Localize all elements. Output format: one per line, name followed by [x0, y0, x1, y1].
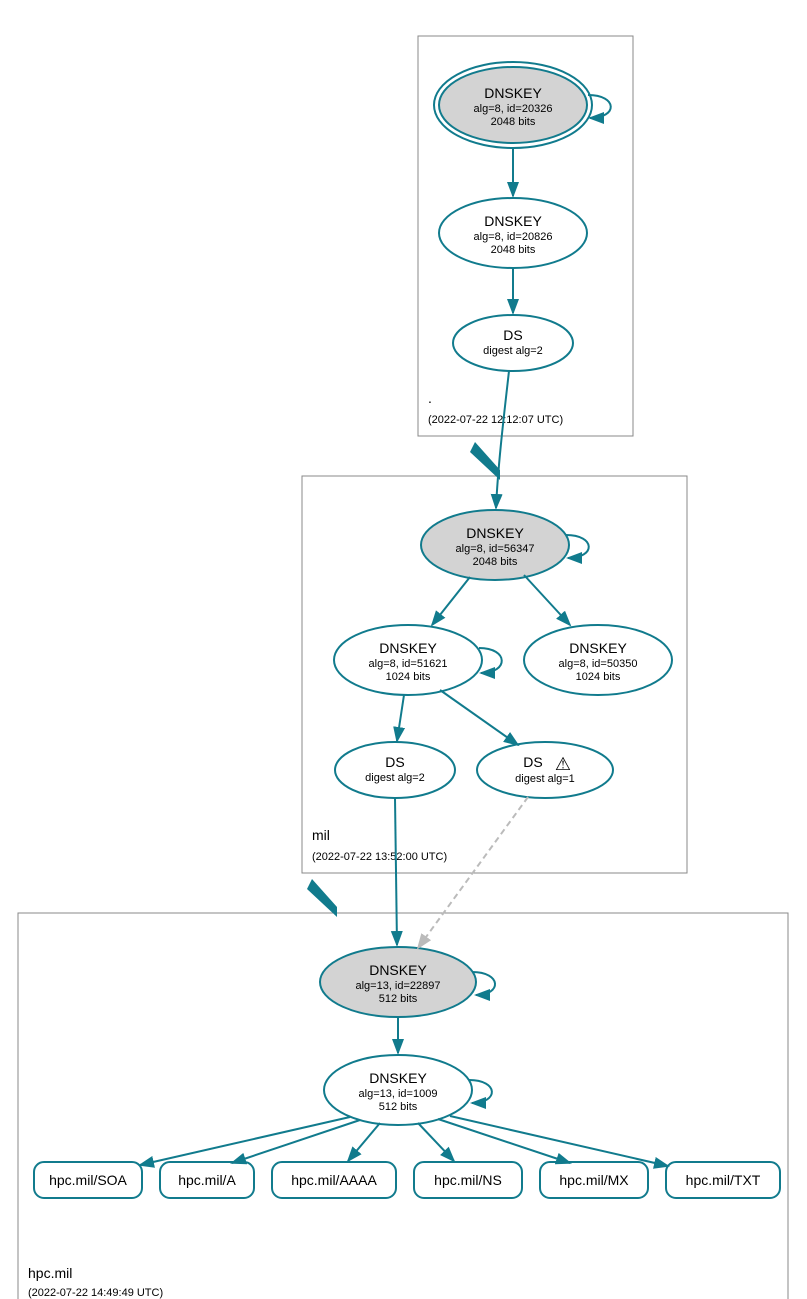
- node-mil-ds1: DS ⚠ digest alg=1: [477, 742, 613, 798]
- node-mil-ds2: DS digest alg=2: [335, 742, 455, 798]
- node-hpc-zsk-title: DNSKEY: [369, 1070, 427, 1086]
- node-mil-ksk-bits: 2048 bits: [473, 556, 518, 568]
- edge-zsk-ns: [418, 1123, 454, 1161]
- zone-mil-label: mil: [312, 827, 330, 843]
- zone-root-time: (2022-07-22 12:12:07 UTC): [428, 414, 563, 426]
- zone-root-label: .: [428, 390, 432, 406]
- zone-hpc-time: (2022-07-22 14:49:49 UTC): [28, 1287, 163, 1299]
- node-hpc-ksk-title: DNSKEY: [369, 962, 427, 978]
- node-hpc-zsk: DNSKEY alg=13, id=1009 512 bits: [324, 1055, 472, 1125]
- node-root-zsk-title: DNSKEY: [484, 213, 542, 229]
- rrset-mx-label: hpc.mil/MX: [559, 1172, 629, 1188]
- node-hpc-ksk-bits: 512 bits: [379, 993, 418, 1005]
- rrset-ns: hpc.mil/NS: [414, 1162, 522, 1198]
- node-mil-zsk2-bits: 1024 bits: [576, 671, 621, 683]
- zone-arrow-mil-hpc: [307, 879, 337, 917]
- zone-arrow-root-mil: [470, 442, 500, 480]
- node-mil-zsk1: DNSKEY alg=8, id=51621 1024 bits: [334, 625, 482, 695]
- rrset-mx: hpc.mil/MX: [540, 1162, 648, 1198]
- node-root-ds: DS digest alg=2: [453, 315, 573, 371]
- node-root-zsk-bits: 2048 bits: [491, 244, 536, 256]
- node-mil-ksk: DNSKEY alg=8, id=56347 2048 bits: [421, 510, 569, 580]
- zone-hpc-label: hpc.mil: [28, 1265, 72, 1281]
- edge-zsk-mx: [438, 1119, 570, 1163]
- edge-zsk-a: [232, 1120, 360, 1163]
- warning-icon: ⚠: [555, 754, 571, 774]
- rrset-a: hpc.mil/A: [160, 1162, 254, 1198]
- node-root-ksk-title: DNSKEY: [484, 85, 542, 101]
- node-mil-zsk2-title: DNSKEY: [569, 640, 627, 656]
- rrset-ns-label: hpc.mil/NS: [434, 1172, 502, 1188]
- edge-zsk-aaaa: [348, 1123, 380, 1161]
- node-root-zsk: DNSKEY alg=8, id=20826 2048 bits: [439, 198, 587, 268]
- edge-milds2-hpcksk: [395, 798, 397, 945]
- node-mil-zsk1-title: DNSKEY: [379, 640, 437, 656]
- node-mil-zsk1-alg: alg=8, id=51621: [369, 658, 448, 670]
- node-mil-ds2-title: DS: [385, 754, 404, 770]
- node-root-ksk-alg: alg=8, id=20326: [474, 103, 553, 115]
- node-root-ksk: DNSKEY alg=8, id=20326 2048 bits: [434, 62, 592, 148]
- node-root-ds-alg: digest alg=2: [483, 345, 543, 357]
- node-root-ksk-bits: 2048 bits: [491, 116, 536, 128]
- rrset-soa-label: hpc.mil/SOA: [49, 1172, 127, 1188]
- node-mil-ds2-alg: digest alg=2: [365, 772, 425, 784]
- node-hpc-zsk-alg: alg=13, id=1009: [359, 1088, 438, 1100]
- node-mil-zsk2: DNSKEY alg=8, id=50350 1024 bits: [524, 625, 672, 695]
- rrset-aaaa-label: hpc.mil/AAAA: [291, 1172, 377, 1188]
- edge-milksk-milzsk2: [524, 575, 570, 625]
- rrset-txt-label: hpc.mil/TXT: [686, 1172, 761, 1188]
- node-hpc-ksk: DNSKEY alg=13, id=22897 512 bits: [320, 947, 476, 1017]
- node-root-ds-title: DS: [503, 327, 522, 343]
- rrset-soa: hpc.mil/SOA: [34, 1162, 142, 1198]
- node-hpc-zsk-bits: 512 bits: [379, 1101, 418, 1113]
- edge-rootds-milksk: [496, 371, 509, 508]
- node-mil-zsk1-bits: 1024 bits: [386, 671, 431, 683]
- node-hpc-ksk-alg: alg=13, id=22897: [355, 980, 440, 992]
- node-mil-ksk-alg: alg=8, id=56347: [456, 543, 535, 555]
- zone-mil-time: (2022-07-22 13:52:00 UTC): [312, 851, 447, 863]
- rrset-a-label: hpc.mil/A: [178, 1172, 236, 1188]
- node-mil-ksk-title: DNSKEY: [466, 525, 524, 541]
- node-root-zsk-alg: alg=8, id=20826: [474, 231, 553, 243]
- node-mil-ds1-alg: digest alg=1: [515, 773, 575, 785]
- node-mil-ds1-title: DS: [523, 754, 542, 770]
- edge-milzsk1-milds1: [440, 690, 518, 745]
- rrset-txt: hpc.mil/TXT: [666, 1162, 780, 1198]
- edge-milzsk1-milds2: [397, 695, 404, 741]
- edge-milksk-milzsk1: [432, 577, 470, 625]
- node-mil-zsk2-alg: alg=8, id=50350: [559, 658, 638, 670]
- rrset-aaaa: hpc.mil/AAAA: [272, 1162, 396, 1198]
